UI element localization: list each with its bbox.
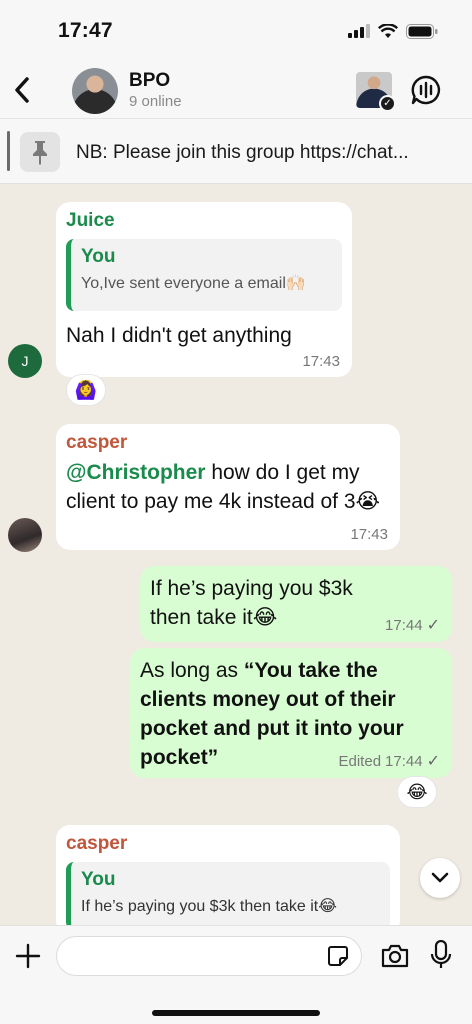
message-composer <box>0 925 472 1024</box>
sender-name: casper <box>66 833 128 854</box>
chat-header: BPO 9 online ✓ <box>0 62 472 118</box>
pinned-message-text: NB: Please join this group https://chat.… <box>76 142 409 163</box>
pin-icon <box>20 132 60 172</box>
mention-link[interactable]: @Christopher <box>66 461 205 484</box>
reaction-badge[interactable]: 😂 <box>397 776 437 808</box>
pinned-message-bar[interactable]: NB: Please join this group https://chat.… <box>0 118 472 184</box>
quoted-text: If he’s paying you $3k then take it😂 <box>81 898 337 915</box>
reaction-badge[interactable]: 🙆‍♀️ <box>66 374 106 406</box>
group-title[interactable]: BPO <box>129 70 170 92</box>
message-text: Nah I didn't get anything <box>66 324 292 347</box>
sticker-icon[interactable] <box>327 945 349 967</box>
back-arrow-icon[interactable] <box>10 74 34 106</box>
microphone-icon[interactable] <box>430 940 452 970</box>
quoted-message[interactable]: You If he’s paying you $3k then take it😂 <box>66 862 390 930</box>
message-bubble[interactable]: Juice You Yo,Ive sent everyone a email🙌🏻… <box>56 202 352 377</box>
wifi-icon <box>378 23 398 38</box>
message-prefix: As long as <box>140 659 244 682</box>
status-icons <box>348 23 438 39</box>
avatar-letter: J <box>21 353 29 369</box>
message-input-box[interactable] <box>56 936 362 976</box>
message-bubble[interactable]: As long as “You take the clients money o… <box>130 648 452 778</box>
plus-icon[interactable] <box>14 942 42 970</box>
message-time: 17:43 <box>302 353 340 370</box>
status-time: 17:47 <box>58 19 113 42</box>
message-time: 17:44 <box>385 752 423 770</box>
quoted-sender: You <box>81 869 116 890</box>
status-bar: 17:47 <box>0 0 472 62</box>
message-bubble[interactable]: casper You If he’s paying you $3k then t… <box>56 825 400 935</box>
quoted-message[interactable]: You Yo,Ive sent everyone a email🙌🏻 <box>66 239 342 311</box>
sent-check-icon: ✓ <box>426 617 440 634</box>
voice-chat-icon[interactable] <box>410 74 442 106</box>
message-bubble[interactable]: If he’s paying you $3k then take it😂 17:… <box>140 566 452 642</box>
quoted-sender: You <box>81 246 116 267</box>
signal-icon <box>348 24 370 38</box>
message-meta: 17:43 <box>350 526 388 543</box>
quoted-text: Yo,Ive sent everyone a email🙌🏻 <box>81 275 306 292</box>
chevron-down-icon <box>431 872 449 883</box>
scroll-to-bottom-button[interactable] <box>420 858 460 898</box>
message-meta: 17:43 <box>302 353 340 370</box>
message-input[interactable] <box>57 937 307 975</box>
reaction-emoji: 😂 <box>406 781 428 802</box>
sender-avatar[interactable] <box>8 518 42 552</box>
camera-icon[interactable] <box>380 942 410 970</box>
message-text: @Christopher how do I get my client to p… <box>66 458 390 516</box>
sender-name: Juice <box>66 210 115 231</box>
message-time: 17:44 <box>385 616 423 634</box>
home-indicator <box>152 1010 320 1016</box>
message-bubble[interactable]: casper @Christopher how do I get my clie… <box>56 424 400 550</box>
verified-check-icon: ✓ <box>379 95 396 112</box>
battery-icon <box>406 23 438 39</box>
sender-name: casper <box>66 432 128 453</box>
edited-label: Edited <box>338 752 382 770</box>
community-avatar[interactable]: ✓ <box>356 72 396 112</box>
group-online-count: 9 online <box>129 93 182 110</box>
message-time: 17:43 <box>350 526 388 543</box>
message-text: If he’s paying you $3k then take it😂 <box>150 577 353 629</box>
reaction-emoji: 🙆‍♀️ <box>74 379 98 400</box>
group-avatar[interactable] <box>72 68 118 114</box>
message-meta: 17:44 ✓ <box>385 615 440 635</box>
message-meta: Edited 17:44 ✓ <box>339 751 441 771</box>
sent-check-icon: ✓ <box>426 753 440 770</box>
pinned-indicator <box>7 131 10 171</box>
sender-avatar[interactable]: J <box>8 344 42 378</box>
